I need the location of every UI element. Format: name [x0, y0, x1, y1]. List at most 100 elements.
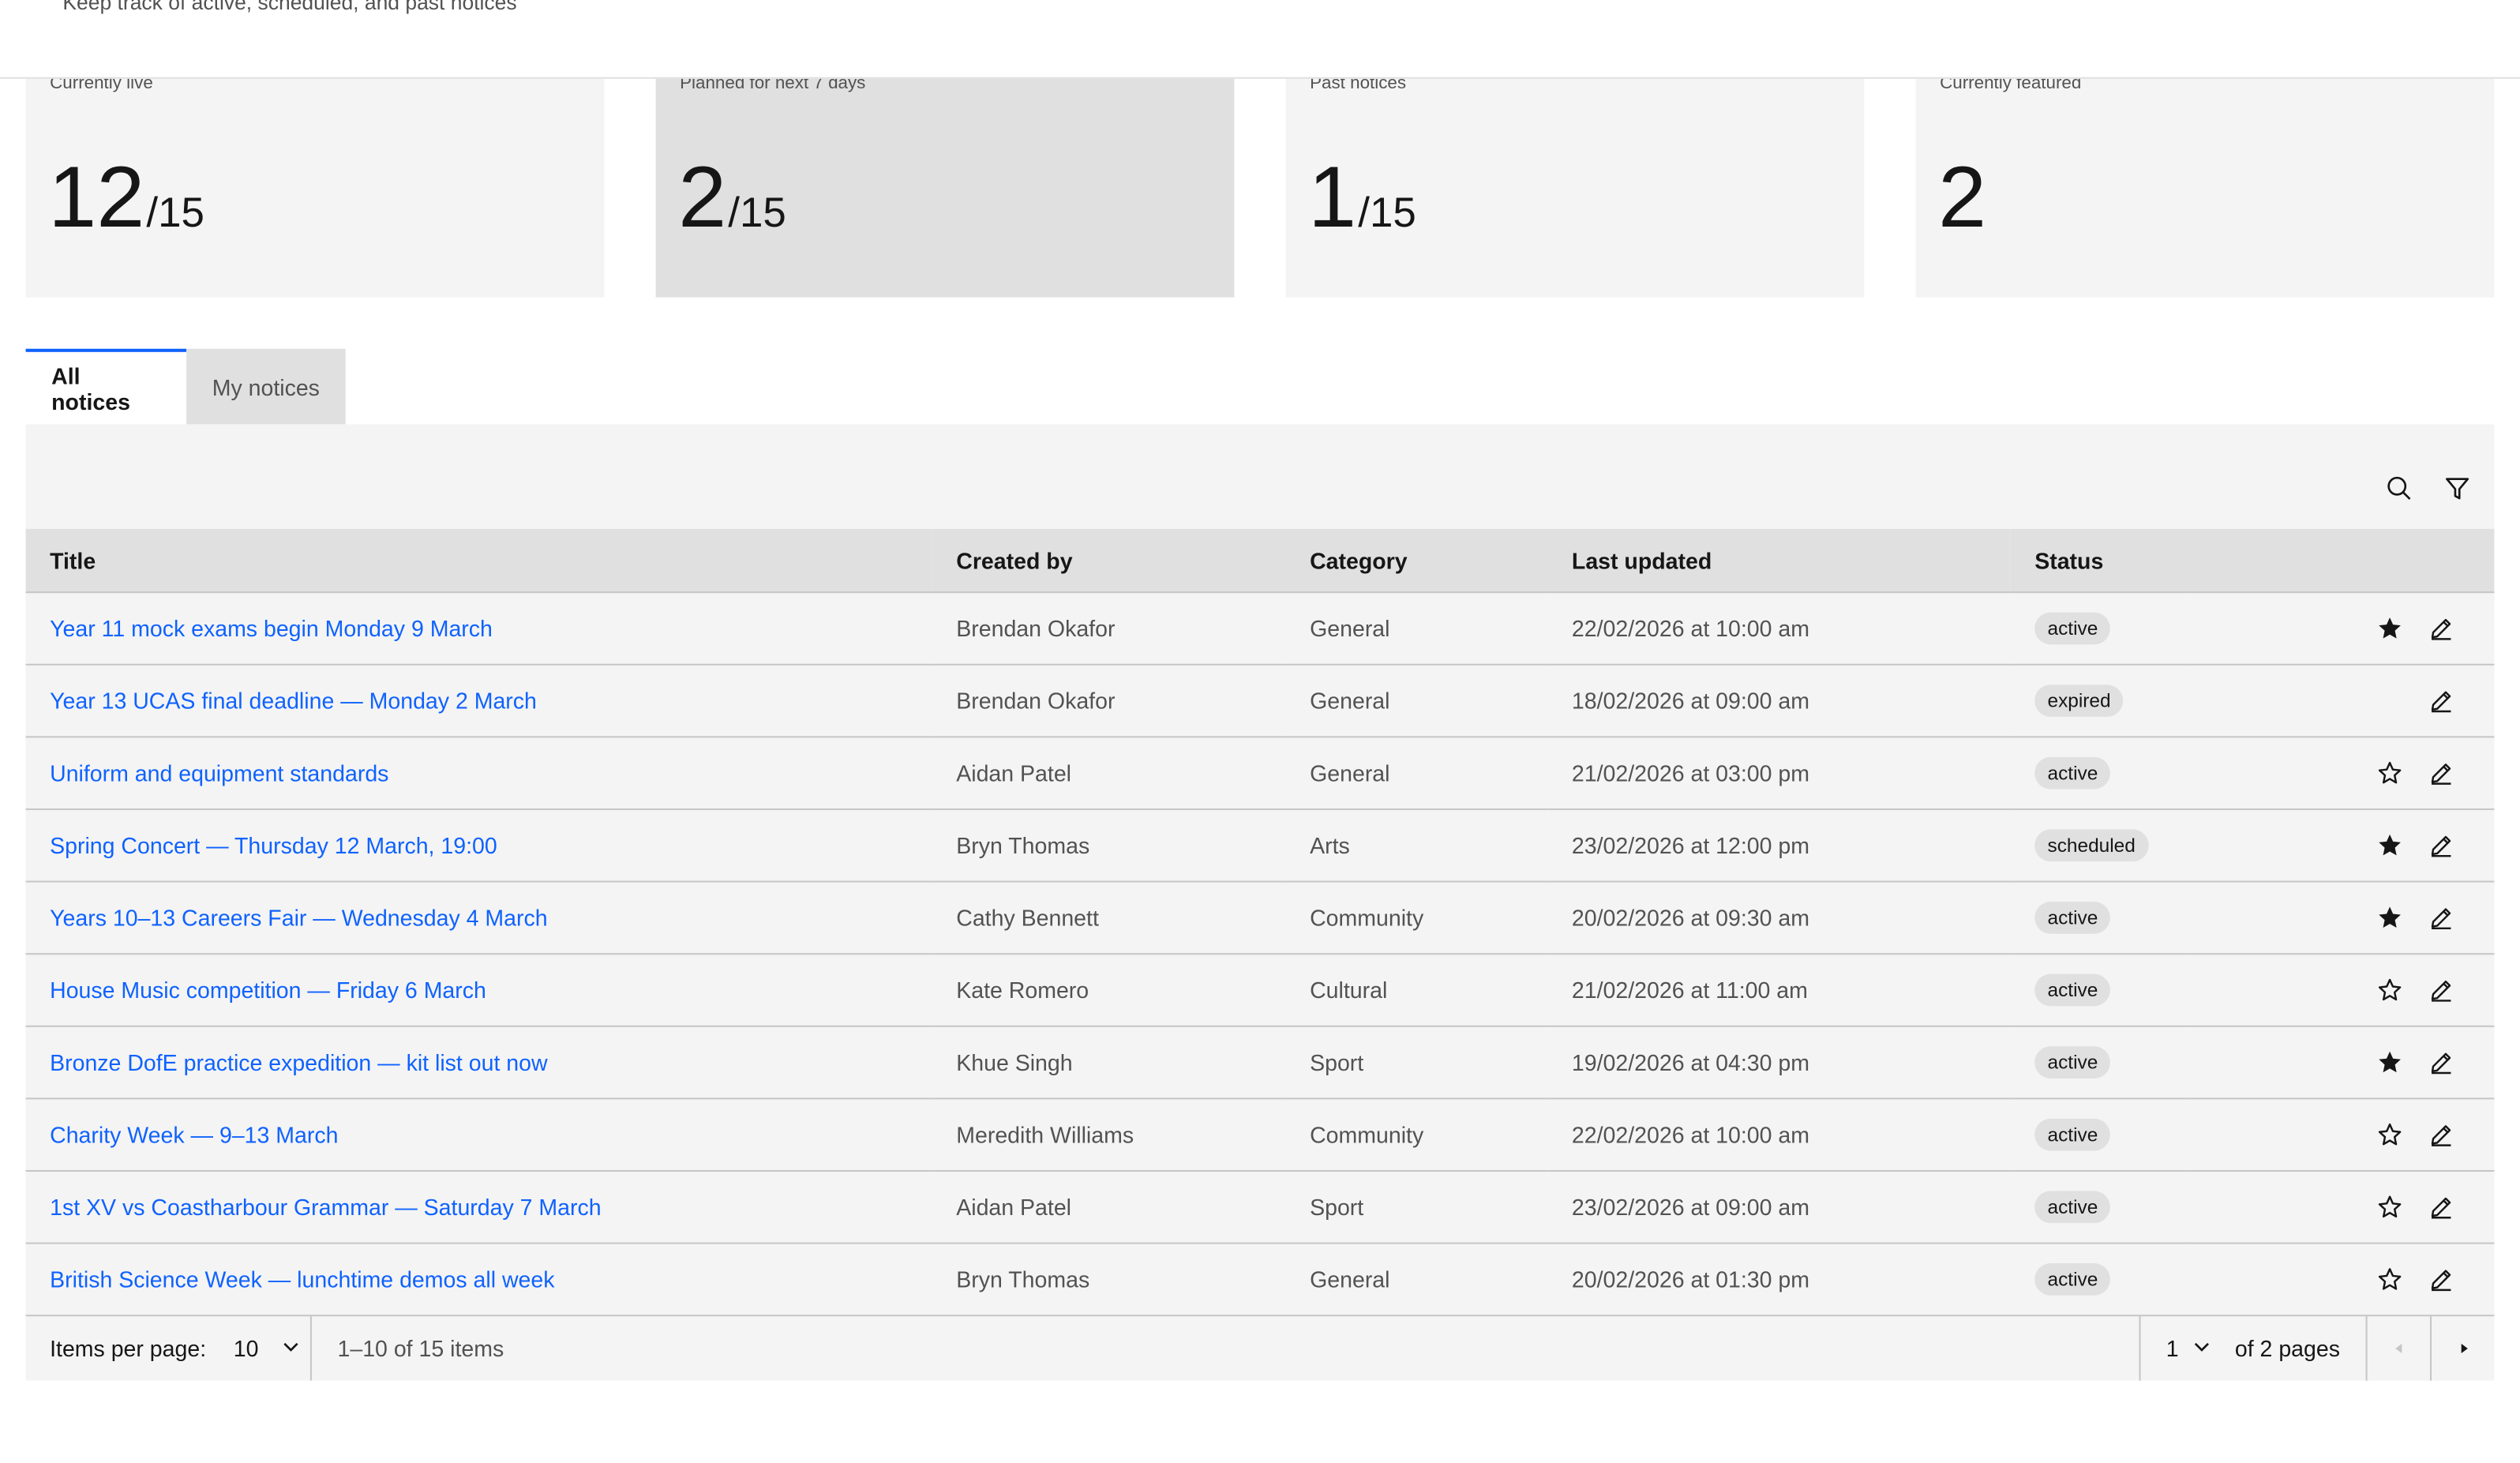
notice-title-cell: Bronze DofE practice expedition — kit li… [25, 1025, 932, 1099]
notice-title-link[interactable]: House Music competition — Friday 6 March [50, 977, 486, 1003]
notice-title-link[interactable]: British Science Week — lunchtime demos a… [50, 1266, 554, 1292]
stat-card-live[interactable]: Currently live 12 /15 [25, 74, 605, 298]
notice-title-link[interactable]: Year 11 mock exams begin Monday 9 March [50, 616, 493, 642]
actions-cell [2187, 1097, 2495, 1172]
table-row: 1st XV vs Coastharbour Grammar — Saturda… [25, 1169, 2495, 1244]
status-cell: active [2010, 1025, 2188, 1099]
status-badge: scheduled [2034, 829, 2149, 862]
star-outline-icon[interactable] [2376, 1192, 2405, 1221]
notice-title-link[interactable]: Years 10–13 Careers Fair — Wednesday 4 M… [50, 905, 547, 931]
stat-cards: Currently live 12 /15 Planned for next 7… [25, 74, 2495, 298]
created-by-cell: Brendan Okafor [932, 591, 1286, 665]
last-updated-cell: 18/02/2026 at 09:00 am [1547, 663, 2011, 737]
star-outline-icon[interactable] [2376, 759, 2405, 788]
status-badge: active [2034, 756, 2111, 790]
page-subtitle: Keep track of active, scheduled, and pas… [62, 0, 517, 15]
column-header-category[interactable]: Category [1285, 528, 1548, 593]
notice-title-link[interactable]: Charity Week — 9–13 March [50, 1122, 338, 1148]
notice-title-link[interactable]: Bronze DofE practice expedition — kit li… [50, 1049, 547, 1075]
last-updated-cell: 22/02/2026 at 10:00 am [1547, 1097, 2011, 1172]
category-cell: Arts [1285, 808, 1548, 882]
stat-total: /15 [728, 188, 786, 237]
created-by-cell: Khue Singh [932, 1025, 1286, 1099]
edit-icon[interactable] [2427, 1048, 2456, 1077]
status-cell: scheduled [2010, 808, 2188, 882]
last-updated-cell: 21/02/2026 at 03:00 pm [1547, 736, 2011, 809]
notice-title-cell: Year 13 UCAS final deadline — Monday 2 M… [25, 663, 932, 737]
created-by-cell: Kate Romero [932, 953, 1286, 1026]
table-row: Bronze DofE practice expedition — kit li… [25, 1025, 2495, 1099]
chevron-down-icon[interactable] [2192, 1336, 2211, 1362]
star-filled-icon[interactable] [2376, 903, 2405, 932]
previous-page-button[interactable] [2365, 1316, 2430, 1381]
stat-value: 12 [48, 149, 145, 246]
column-header-created-by[interactable]: Created by [932, 528, 1286, 593]
search-icon[interactable] [2385, 475, 2414, 504]
edit-icon[interactable] [2427, 1120, 2456, 1150]
edit-icon[interactable] [2427, 1265, 2456, 1294]
notice-title-link[interactable]: Year 13 UCAS final deadline — Monday 2 M… [50, 688, 537, 714]
edit-icon[interactable] [2427, 903, 2456, 932]
actions-cell [2187, 953, 2495, 1026]
table-row: Charity Week — 9–13 March Meredith Willia… [25, 1097, 2495, 1172]
table-row: House Music competition — Friday 6 March… [25, 953, 2495, 1026]
table-body: Year 11 mock exams begin Monday 9 March B… [25, 591, 2495, 1315]
edit-icon[interactable] [2427, 614, 2456, 643]
notice-title-link[interactable]: 1st XV vs Coastharbour Grammar — Saturda… [50, 1195, 601, 1221]
last-updated-cell: 20/02/2026 at 09:30 am [1547, 880, 2011, 955]
row-actions [2211, 831, 2494, 860]
status-badge: active [2034, 1046, 2111, 1078]
row-actions [2211, 1265, 2494, 1294]
table-toolbar [25, 424, 2495, 529]
stat-metric: 12 /15 [48, 154, 204, 241]
category-cell: General [1285, 663, 1548, 737]
next-page-button[interactable] [2429, 1316, 2494, 1381]
items-per-page-select[interactable]: 10 [234, 1336, 259, 1362]
edit-icon[interactable] [2427, 1192, 2456, 1221]
notice-title-cell: Years 10–13 Careers Fair — Wednesday 4 M… [25, 880, 932, 955]
last-updated-cell: 19/02/2026 at 04:30 pm [1547, 1025, 2011, 1099]
chevron-down-icon[interactable] [281, 1336, 300, 1362]
notice-title-link[interactable]: Uniform and equipment standards [50, 760, 388, 786]
page-select[interactable]: 1 [2139, 1316, 2235, 1381]
current-page[interactable]: 1 [2166, 1336, 2179, 1362]
star-outline-icon[interactable] [2376, 1120, 2405, 1150]
notice-title-cell: 1st XV vs Coastharbour Grammar — Saturda… [25, 1169, 932, 1244]
star-outline-icon[interactable] [2376, 976, 2405, 1005]
stat-card-past[interactable]: Past notices 1 /15 [1285, 74, 1865, 298]
star-filled-icon[interactable] [2376, 831, 2405, 860]
stat-card-planned[interactable]: Planned for next 7 days 2 /15 [655, 74, 1235, 298]
created-by-cell: Bryn Thomas [932, 808, 1286, 882]
row-actions [2211, 903, 2494, 932]
tab-my-notices[interactable]: My notices [186, 348, 346, 425]
star-outline-icon[interactable] [2376, 1265, 2405, 1294]
stat-value: 2 [1938, 149, 1987, 246]
edit-icon[interactable] [2427, 976, 2456, 1005]
actions-cell [2187, 1025, 2495, 1099]
stat-card-featured[interactable]: Currently featured 2 [1915, 74, 2495, 298]
star-filled-icon[interactable] [2376, 614, 2405, 643]
status-badge: active [2034, 1191, 2111, 1224]
column-header-status[interactable]: Status [2010, 528, 2188, 593]
last-updated-cell: 20/02/2026 at 01:30 pm [1547, 1242, 2011, 1315]
created-by-cell: Aidan Patel [932, 1169, 1286, 1244]
tab-all-notices[interactable]: All notices [25, 348, 187, 425]
notice-title-link[interactable]: Spring Concert — Thursday 12 March, 19:0… [50, 832, 497, 858]
notice-tabs: All notices My notices [25, 348, 346, 425]
status-cell: active [2010, 1097, 2188, 1172]
edit-icon[interactable] [2427, 759, 2456, 788]
stat-value: 1 [1308, 149, 1357, 246]
notice-title-cell: House Music competition — Friday 6 March [25, 953, 932, 1026]
star-filled-icon[interactable] [2376, 1048, 2405, 1077]
status-cell: active [2010, 591, 2188, 665]
actions-cell [2187, 808, 2495, 882]
status-badge: active [2034, 612, 2111, 645]
column-header-title[interactable]: Title [25, 528, 932, 593]
notice-title-cell: British Science Week — lunchtime demos a… [25, 1242, 932, 1315]
edit-icon[interactable] [2427, 831, 2456, 860]
row-actions [2211, 1048, 2494, 1077]
table-row: Year 11 mock exams begin Monday 9 March B… [25, 591, 2495, 665]
filter-icon[interactable] [2443, 475, 2472, 504]
edit-icon[interactable] [2427, 686, 2456, 715]
column-header-last-updated[interactable]: Last updated [1547, 528, 2011, 593]
